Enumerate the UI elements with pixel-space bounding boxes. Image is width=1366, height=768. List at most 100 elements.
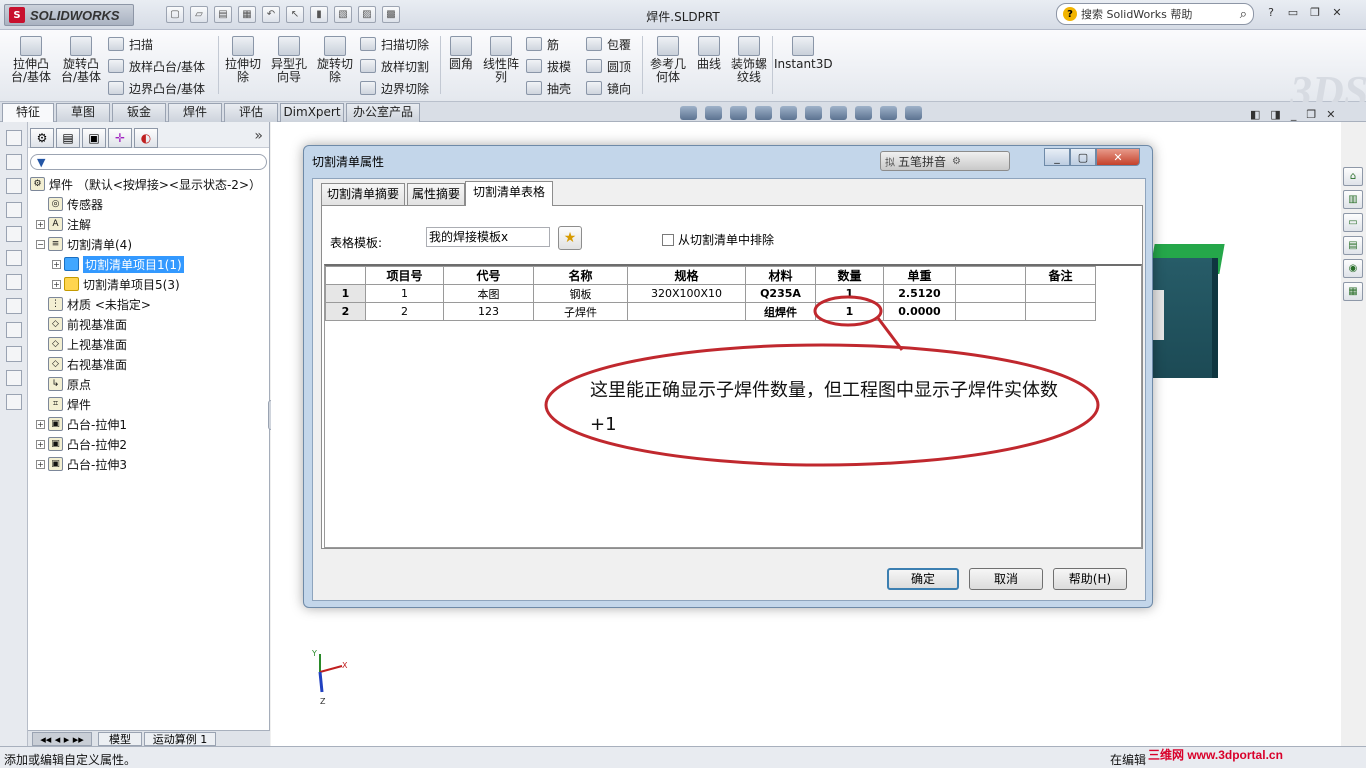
tree-item-annotations[interactable]: + A 注解 [28,214,270,234]
instant3d-button[interactable]: Instant3D [774,36,833,71]
table-cell[interactable]: 320X100X10 [627,284,746,303]
mirror-button[interactable]: 镜向 [586,78,631,98]
column-header[interactable]: 名称 [533,266,628,285]
tree-item-top-plane[interactable]: ◇ 上视基准面 [28,334,270,354]
table-cell[interactable]: 123 [443,302,534,321]
tree-root[interactable]: ⚙ 焊件 （默认<按焊接><显示状态-2>） [28,174,270,194]
tool-icon[interactable] [6,154,22,170]
swept-cut-button[interactable]: 扫描切除 [360,34,429,54]
tool-icon[interactable] [6,130,22,146]
lofted-cut-button[interactable]: 放样切割 [360,56,429,76]
tree-item-boss-extrude-1[interactable]: + ▣ 凸台-拉伸1 [28,414,270,434]
edit-appearance-icon[interactable] [855,106,872,120]
table-cell[interactable]: 2 [365,302,444,321]
tree-item-cut-list-item-5[interactable]: + 切割清单项目5(3) [28,274,270,294]
display-manager-tab-icon[interactable]: ◐ [134,128,158,148]
dialog-close-button[interactable]: ✕ [1096,148,1140,166]
ime-toolbar[interactable]: 拟 五笔拼音 ⚙ [880,151,1010,171]
collapse-toggle[interactable]: − [36,239,45,249]
viewport-next-icon[interactable]: ◨ [1270,108,1280,121]
column-header[interactable]: 单重 [883,266,956,285]
tool-icon[interactable] [6,274,22,290]
dialog-minimize-button[interactable]: _ [1044,148,1070,166]
tab-sketch[interactable]: 草图 [56,103,110,122]
table-cell[interactable]: 1 [815,302,884,321]
row-header[interactable]: 1 [325,284,366,303]
tool-icon[interactable] [6,370,22,386]
tab-scroll-arrows[interactable]: ◂◂ ◂ ▸ ▸▸ [32,732,92,746]
column-header[interactable]: 项目号 [365,266,444,285]
boundary-cut-button[interactable]: 边界切除 [360,78,429,98]
table-cell[interactable]: 0.0000 [883,302,956,321]
draft-button[interactable]: 拔模 [526,56,571,76]
expand-chevron-icon[interactable]: » [254,128,263,147]
apply-scene-icon[interactable] [880,106,897,120]
viewport-prev-icon[interactable]: ◧ [1250,108,1260,121]
feature-tree-tab-icon[interactable]: ⚙ [30,128,54,148]
table-cell[interactable]: 1 [815,284,884,303]
expand-toggle[interactable]: + [36,219,45,229]
loft-boss-button[interactable]: 放样凸台/基体 [108,56,205,76]
template-star-button[interactable]: ★ [558,226,582,250]
table-cell[interactable]: 组焊件 [745,302,816,321]
tree-item-origin[interactable]: ↳ 原点 [28,374,270,394]
tree-item-cut-list-item-1[interactable]: + 切割清单项目1(1) [28,254,270,274]
table-corner-cell[interactable] [325,266,366,285]
column-header[interactable]: 材料 [745,266,816,285]
expand-toggle[interactable]: + [36,439,45,449]
restore-button[interactable]: ❐ [1306,4,1324,20]
tool-icon[interactable] [6,178,22,194]
tab-properties-summary[interactable]: 属性摘要 [407,183,465,205]
tab-model[interactable]: 模型 [98,732,142,746]
viewport-minimize-icon[interactable]: _ [1291,108,1297,121]
file-explorer-icon[interactable]: ▭ [1343,213,1363,232]
tree-item-front-plane[interactable]: ◇ 前视基准面 [28,314,270,334]
table-cell[interactable]: 本图 [443,284,534,303]
hide-show-items-icon[interactable] [830,106,847,120]
exclude-from-cut-list-checkbox[interactable]: 从切割清单中排除 [662,231,774,248]
tool-icon[interactable] [6,322,22,338]
tab-sheet-metal[interactable]: 钣金 [112,103,166,122]
help-search-input[interactable]: ? 搜索 SolidWorks 帮助 ⌕ [1056,3,1254,25]
column-header[interactable] [955,266,1026,285]
table-cell[interactable]: 2.5120 [883,284,956,303]
checkbox-box[interactable] [662,233,674,246]
tree-item-weldment[interactable]: ⌗ 焊件 [28,394,270,414]
tool-icon[interactable] [6,250,22,266]
tab-cut-list-table[interactable]: 切割清单表格 [465,181,553,206]
wrap-button[interactable]: 包覆 [586,34,631,54]
help-button[interactable]: 帮助(H) [1053,568,1127,590]
dialog-maximize-button[interactable]: ▢ [1070,148,1096,166]
view-orientation-icon[interactable] [780,106,797,120]
feature-filter-input[interactable]: ▼ [30,154,267,170]
sweep-button[interactable]: 扫描 [108,34,153,54]
boundary-boss-button[interactable]: 边界凸台/基体 [108,78,205,98]
expand-toggle[interactable]: + [36,459,45,469]
viewport-close-icon[interactable]: ✕ [1326,108,1335,121]
tab-office-products[interactable]: 办公室产品 [346,103,420,122]
cancel-button[interactable]: 取消 [969,568,1043,590]
column-header[interactable]: 数量 [815,266,884,285]
solidworks-resources-icon[interactable]: ⌂ [1343,167,1363,186]
template-input[interactable]: 我的焊接模板x [426,227,550,247]
hole-wizard-button[interactable]: 异型孔 向导 [264,36,314,84]
expand-toggle[interactable]: + [36,419,45,429]
tool-icon[interactable] [6,298,22,314]
column-header[interactable]: 代号 [443,266,534,285]
dimxpert-manager-tab-icon[interactable]: ✛ [108,128,132,148]
tool-icon[interactable] [6,346,22,362]
row-header[interactable]: 2 [325,302,366,321]
custom-properties-icon[interactable]: ▦ [1343,282,1363,301]
help-menu-button[interactable]: ? [1262,4,1280,20]
table-cell[interactable] [627,302,746,321]
revolve-boss-button[interactable]: 旋转凸 台/基体 [56,36,106,84]
ime-settings-icon[interactable]: ⚙ [952,156,961,167]
linear-pattern-button[interactable]: 线性阵 列 [476,36,526,84]
tab-motion-study[interactable]: 运动算例 1 [144,732,216,746]
extrude-cut-button[interactable]: 拉伸切 除 [218,36,268,84]
table-cell[interactable]: 钢板 [533,284,628,303]
search-icon[interactable]: ⌕ [1240,7,1247,22]
tool-icon[interactable] [6,226,22,242]
tool-icon[interactable] [6,202,22,218]
configuration-manager-tab-icon[interactable]: ▣ [82,128,106,148]
